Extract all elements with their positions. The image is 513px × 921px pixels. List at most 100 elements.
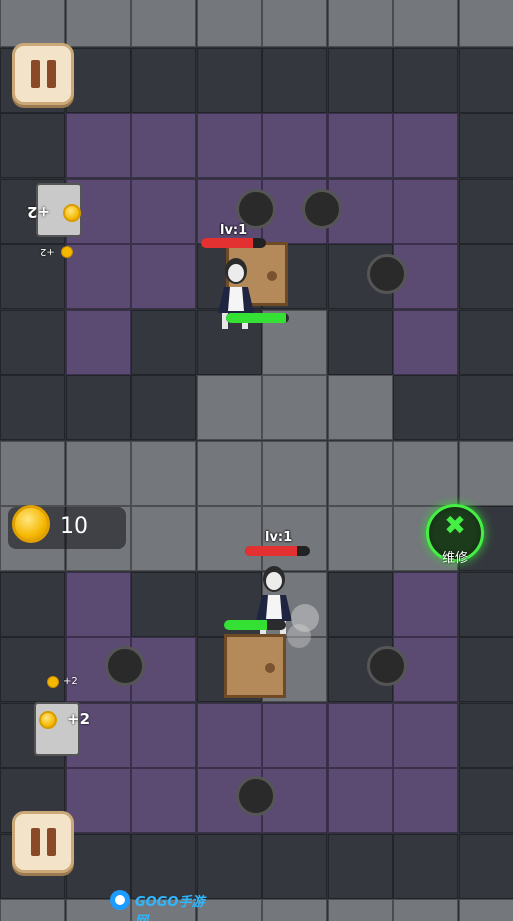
pause-icon (30, 828, 40, 856)
floor-tile (393, 0, 458, 47)
wrench-icon: ✖ (444, 511, 466, 541)
floor-tile (327, 113, 393, 178)
floor-tile (262, 113, 327, 178)
floor-tile (327, 440, 393, 506)
floor-tile (0, 375, 65, 440)
dust-cloud (287, 604, 319, 648)
floor-tile (131, 178, 196, 244)
floor-tile (0, 244, 65, 309)
floor-tile (131, 375, 196, 440)
floor-tile (65, 0, 131, 47)
floor-tile (65, 309, 131, 375)
floor-tile (65, 47, 131, 113)
floor-tile (65, 571, 131, 637)
player-health-bar (201, 238, 266, 248)
floor-tile (131, 113, 196, 178)
coin-icon (61, 246, 73, 258)
floor-tile (196, 113, 262, 178)
turret-slot[interactable] (236, 776, 276, 816)
floor-tile (262, 0, 327, 47)
floor-tile (196, 47, 262, 113)
floor-tile (327, 571, 393, 637)
floor-tile (327, 309, 393, 375)
repair-label: 维修 (441, 551, 468, 566)
floor-tile (458, 899, 513, 921)
floor-tile (393, 375, 458, 440)
floor-tile (131, 244, 196, 309)
coin-gain-label: +2 (67, 710, 91, 728)
floor-tile (65, 768, 131, 833)
floor-tile (0, 309, 65, 375)
floor-tile (262, 440, 327, 506)
coin-icon (12, 505, 50, 543)
floor-tile (458, 178, 513, 244)
door[interactable] (224, 634, 286, 698)
floor-tile (458, 47, 513, 113)
floor-tile (327, 375, 393, 440)
floor-tile (131, 571, 196, 637)
player-level-label: lv:1 (220, 223, 248, 238)
floor-tile (131, 309, 196, 375)
floor-tile (131, 0, 196, 47)
floor-tile (131, 47, 196, 113)
floor-tile (262, 833, 327, 899)
floor-tile (458, 702, 513, 768)
floor-tile (327, 702, 393, 768)
floor-tile (65, 244, 131, 309)
floor-tile (393, 440, 458, 506)
floor-tile (0, 0, 65, 47)
floor-tile (393, 899, 458, 921)
coin-counter: 10 (8, 505, 126, 549)
game-board: +2 +2 lv:1 10 ✖ 维修 lv:1 +2 +2 GOGO手游 (0, 0, 513, 921)
floor-tile (327, 0, 393, 47)
floor-tile (327, 506, 393, 571)
floor-tile (196, 506, 262, 571)
ghost-girl-character[interactable] (208, 255, 264, 335)
player-health-fill (201, 238, 253, 248)
floor-tile (458, 833, 513, 899)
turret-slot[interactable] (367, 254, 407, 294)
player-health-bar (245, 546, 310, 556)
floor-tile (458, 375, 513, 440)
build-progress-bar (226, 313, 289, 323)
floor-tile (65, 375, 131, 440)
repair-button[interactable]: ✖ 维修 (426, 504, 484, 566)
floor-tile (393, 113, 458, 178)
pause-button[interactable] (12, 811, 74, 873)
floor-tile (262, 47, 327, 113)
floor-tile (131, 440, 196, 506)
gogo-logo-icon (110, 890, 130, 910)
turret-slot[interactable] (105, 646, 145, 686)
floor-tile (327, 899, 393, 921)
floor-tile (458, 768, 513, 833)
pause-button[interactable] (12, 43, 74, 105)
coin-icon (47, 676, 59, 688)
turret-slot[interactable] (302, 189, 342, 229)
floor-tile (393, 47, 458, 113)
floor-tile (327, 833, 393, 899)
coin-gain-label: +2 (27, 203, 51, 221)
floor-tile (393, 702, 458, 768)
turret-slot[interactable] (367, 646, 407, 686)
pause-icon (30, 60, 40, 88)
floor-tile (327, 47, 393, 113)
floor-tile (458, 0, 513, 47)
build-progress-bar (224, 620, 286, 630)
floor-tile (262, 375, 327, 440)
coin-icon (39, 711, 57, 729)
door-knob (265, 663, 275, 673)
floor-tile (393, 178, 458, 244)
floor-tile (0, 571, 65, 637)
floor-tile (393, 309, 458, 375)
floor-tile (0, 440, 65, 506)
floor-tile (0, 899, 65, 921)
build-progress-fill (224, 620, 268, 630)
coin-count: 10 (60, 514, 88, 539)
floor-tile (458, 440, 513, 506)
floor-tile (131, 506, 196, 571)
floor-tile (196, 702, 262, 768)
player-health-fill (245, 546, 297, 556)
floor-tile (458, 309, 513, 375)
floor-tile (393, 768, 458, 833)
floor-tile (393, 571, 458, 637)
